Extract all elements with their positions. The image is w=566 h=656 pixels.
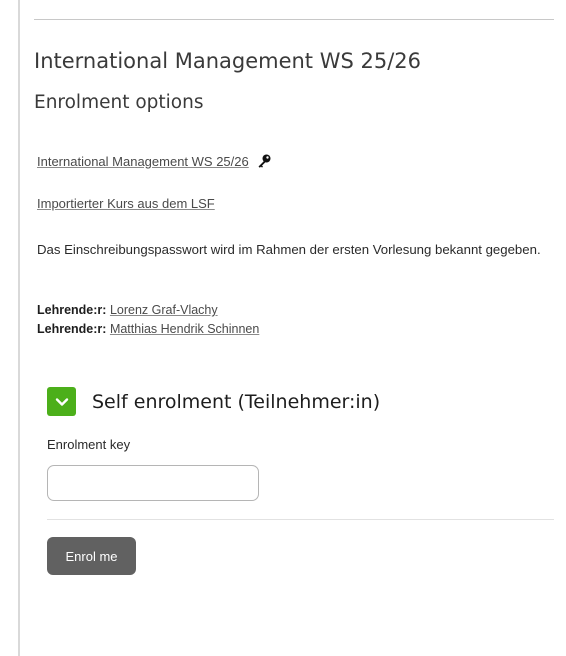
- teacher-role: Lehrende:r:: [37, 322, 107, 336]
- imported-course-note: Importierter Kurs aus dem LSF: [37, 196, 215, 211]
- content-left-border: [18, 0, 20, 656]
- course-title: International Management WS 25/26: [34, 49, 422, 73]
- teacher-link[interactable]: Matthias Hendrik Schinnen: [110, 322, 259, 336]
- key-icon: [256, 153, 272, 169]
- self-enrolment-title: Self enrolment (Teilnehmer:in): [92, 390, 381, 413]
- teacher-row: Lehrende:r: Matthias Hendrik Schinnen: [37, 322, 259, 336]
- imported-course-link[interactable]: Importierter Kurs aus dem LSF: [37, 196, 215, 211]
- enrolment-key-label: Enrolment key: [47, 437, 131, 452]
- enrolment-info-text: Das Einschreibungspasswort wird im Rahme…: [37, 242, 541, 257]
- page-title: Enrolment options: [34, 92, 204, 113]
- teacher-link[interactable]: Lorenz Graf-Vlachy: [110, 303, 218, 317]
- teacher-row: Lehrende:r: Lorenz Graf-Vlachy: [37, 303, 218, 317]
- self-enrolment-header[interactable]: Self enrolment (Teilnehmer:in): [47, 387, 380, 416]
- course-link[interactable]: International Management WS 25/26: [37, 154, 249, 169]
- chevron-down-icon[interactable]: [47, 387, 76, 416]
- teacher-role: Lehrende:r:: [37, 303, 107, 317]
- enrol-me-button[interactable]: Enrol me: [47, 537, 136, 575]
- course-link-row: International Management WS 25/26: [37, 153, 272, 169]
- enrolment-key-input[interactable]: [47, 465, 259, 501]
- form-divider: [47, 519, 554, 520]
- top-divider: [34, 19, 554, 20]
